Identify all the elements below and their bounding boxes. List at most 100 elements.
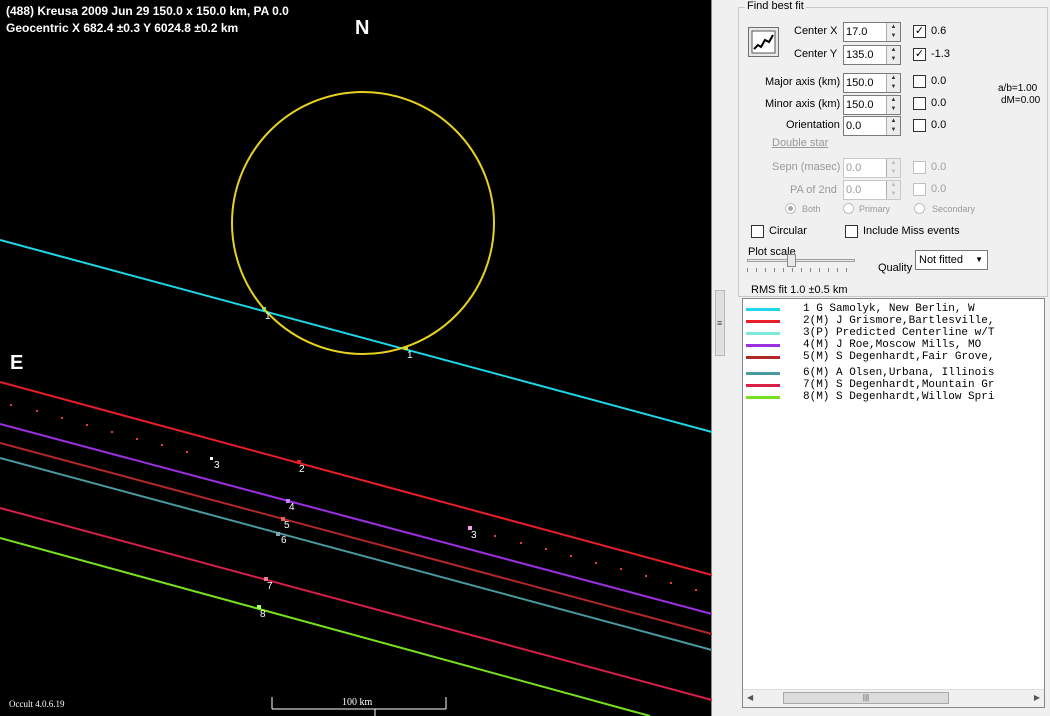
sepn-result: 0.0 [931,161,947,173]
radio-secondary-label: Secondary [932,204,976,214]
center-y-input[interactable]: 135.0 ▲ ▼ [843,45,901,65]
minor-axis-label: Minor axis (km) [765,98,841,110]
legend-swatch [746,308,780,311]
fit-chart-icon [751,30,776,54]
list-item[interactable]: 4(M) J Roe,Moscow Mills, MO [743,339,1043,351]
pa2-result: 0.0 [931,183,947,195]
chord-7 [0,507,712,701]
predicted-centerline [10,404,697,591]
legend-swatch [746,344,780,347]
rms-label: RMS fit 1.0 ±0.5 km [751,284,848,296]
chord-label: 6 [281,535,287,546]
center-y-label: Center Y [794,48,838,60]
orientation-input[interactable]: 0.0 ▲ ▼ [843,116,901,136]
major-axis-input[interactable]: 150.0 ▲ ▼ [843,73,901,93]
list-item[interactable]: 6(M) A Olsen,Urbana, Illinois [743,367,1043,379]
spin-arrows-icon[interactable]: ▲ ▼ [886,46,900,64]
scrollbar-thumb[interactable]: ||| [783,692,949,704]
list-item[interactable]: 8(M) S Degenhardt,Willow Spri [743,391,1043,403]
legend-swatch [746,356,780,359]
grip-icon: ≡ [717,318,723,328]
radio-secondary[interactable] [914,203,925,214]
orientation-label: Orientation [786,119,840,131]
radio-both[interactable] [785,203,796,214]
minor-axis-input[interactable]: 150.0 ▲ ▼ [843,95,901,115]
chord-label: 4 [289,502,295,513]
pa2-checkbox[interactable] [913,183,926,196]
spin-arrows-icon[interactable]: ▲ ▼ [886,23,900,41]
asteroid-limb [231,91,495,355]
list-horizontal-scrollbar[interactable]: ◀ ||| ▶ [743,689,1044,707]
quality-label: Quality [878,262,913,274]
spin-arrows-icon[interactable]: ▲ ▼ [886,181,900,199]
chord-2 [0,381,712,576]
orientation-result: 0.0 [931,119,947,131]
list-item[interactable]: 2(M) J Grismore,Bartlesville, [743,315,1043,327]
circular-checkbox[interactable] [751,225,764,238]
panel-splitter[interactable]: ≡ [713,0,733,716]
chord-label: 1 [265,311,271,322]
plot-scale-slider-track[interactable] [747,259,855,262]
quality-select[interactable]: Not fitted ▼ [915,250,988,270]
list-item[interactable]: 1 G Samolyk, New Berlin, W [743,303,1043,315]
fit-button[interactable] [748,27,779,57]
legend-swatch [746,320,780,323]
center-y-checkbox[interactable]: ✓ [913,48,926,61]
plot-scale-slider-thumb[interactable] [787,254,796,267]
sepn-checkbox[interactable] [913,161,926,174]
north-label: N [355,17,370,39]
chord-5 [0,442,712,635]
scroll-left-icon[interactable]: ◀ [747,693,753,702]
include-miss-label: Include Miss events [863,225,960,237]
chord-label: 1 [407,350,413,361]
plot-canvas [0,91,712,716]
ratio-label: a/b=1.00 [998,83,1038,94]
plot-title: (488) Kreusa 2009 Jun 29 150.0 x 150.0 k… [6,4,289,18]
dm-label: dM=0.00 [1001,95,1041,106]
version-label: Occult 4.0.6.19 [9,699,65,709]
chord-label: 2 [299,464,305,475]
list-item[interactable]: 3(P) Predicted Centerline w/T [743,327,1043,339]
orientation-checkbox[interactable] [913,119,926,132]
list-item[interactable]: 7(M) S Degenhardt,Mountain Gr [743,379,1043,391]
minor-axis-checkbox[interactable] [913,97,926,110]
sepn-input[interactable]: 0.0 ▲ ▼ [843,158,901,178]
include-miss-checkbox[interactable] [845,225,858,238]
chord-label: 7 [267,581,273,592]
center-x-label: Center X [794,25,838,37]
plot-geocentric: Geocentric X 682.4 ±0.3 Y 6024.8 ±0.2 km [6,21,239,35]
radio-primary[interactable] [843,203,854,214]
center-x-checkbox[interactable]: ✓ [913,25,926,38]
pa2-label: PA of 2nd [790,184,837,196]
pa2-input[interactable]: 0.0 ▲ ▼ [843,180,901,200]
major-axis-checkbox[interactable] [913,75,926,88]
chord-1 [0,239,712,433]
find-best-fit-group: Find best fit Center X 17.0 ▲ ▼ ✓ 0.6 Cen… [738,0,1048,297]
spin-arrows-icon[interactable]: ▲ ▼ [886,117,900,135]
scale-label: 100 km [342,697,373,708]
double-star-link[interactable]: Double star [772,137,828,149]
spin-arrows-icon[interactable]: ▲ ▼ [886,159,900,177]
scroll-right-icon[interactable]: ▶ [1034,693,1040,702]
legend-swatch [746,396,780,399]
chord-8 [0,537,651,716]
observer-list[interactable]: 1 G Samolyk, New Berlin, W 2(M) J Grismo… [742,298,1045,708]
spin-arrows-icon[interactable]: ▲ ▼ [886,96,900,114]
spin-arrows-icon[interactable]: ▲ ▼ [886,74,900,92]
center-y-result: -1.3 [931,48,950,60]
legend-swatch [746,372,780,375]
east-label: E [10,352,24,374]
legend-swatch [746,332,780,335]
major-axis-label: Major axis (km) [765,76,841,88]
radio-both-label: Both [802,204,821,214]
center-x-input[interactable]: 17.0 ▲ ▼ [843,22,901,42]
chord-4 [0,423,712,615]
list-item[interactable]: 5(M) S Degenhardt,Fair Grove, [743,351,1043,363]
chevron-down-icon: ▼ [975,255,983,264]
minor-axis-result: 0.0 [931,97,947,109]
sepn-label: Sepn (masec) [772,161,841,173]
circular-label: Circular [769,225,807,237]
chord-label: 5 [284,520,290,531]
occultation-plot[interactable]: (488) Kreusa 2009 Jun 29 150.0 x 150.0 k… [0,0,712,716]
radio-primary-label: Primary [859,204,890,214]
